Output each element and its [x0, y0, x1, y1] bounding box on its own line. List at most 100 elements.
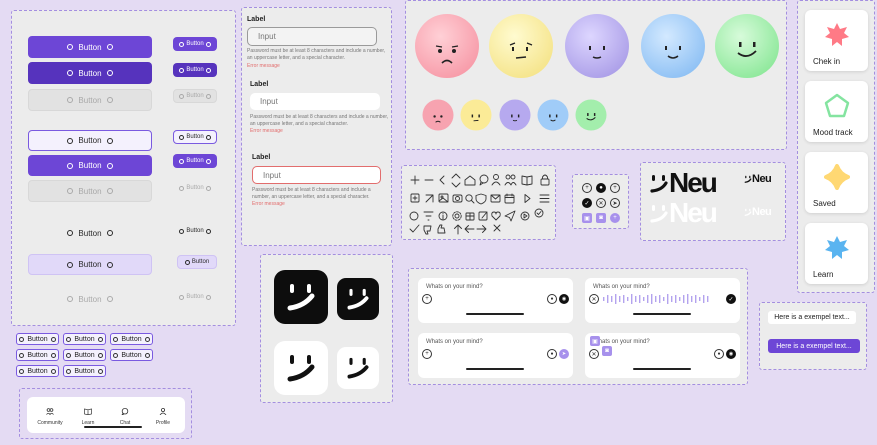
small-outline-button-pressed[interactable]: Button: [173, 154, 217, 168]
input-field-error[interactable]: Input: [252, 166, 381, 184]
wordmark-small-light: Neu: [752, 206, 772, 218]
record-button[interactable]: ●: [596, 183, 606, 193]
face-sad-large[interactable]: [414, 13, 480, 79]
cancel-button[interactable]: ✕: [589, 294, 599, 304]
small-outline-button-disabled[interactable]: Button: [173, 181, 217, 195]
nav-item-learn[interactable]: Learn: [76, 402, 100, 426]
record-button[interactable]: ◉: [559, 294, 569, 304]
smile-logo-icon: [744, 208, 752, 216]
chip[interactable]: Button: [16, 333, 59, 345]
circle-icon: [66, 336, 72, 342]
small-ghost-button-hover[interactable]: Button: [177, 255, 217, 269]
mic-button[interactable]: ●: [547, 294, 557, 304]
chip[interactable]: Button: [16, 349, 59, 361]
card-saved[interactable]: Saved: [805, 152, 868, 213]
face-calm-small[interactable]: [499, 99, 531, 131]
bottom-nav-bar: Community Learn Chat Profile: [27, 397, 185, 433]
chip[interactable]: Button: [110, 333, 153, 345]
face-content-small[interactable]: [537, 99, 569, 131]
users-icon: [504, 174, 517, 186]
mic-button[interactable]: ●: [547, 349, 557, 359]
chat-input-recording[interactable]: Whats on your mind? ✕ ✓: [585, 278, 740, 323]
chat-input-empty[interactable]: Whats on your mind? + ● ◉: [418, 278, 573, 323]
face-calm-large[interactable]: [564, 13, 630, 79]
small-outline-button[interactable]: Button: [173, 130, 217, 144]
chip[interactable]: Button: [63, 349, 106, 361]
add-filled-button[interactable]: +: [610, 213, 620, 223]
mic-button[interactable]: ●: [714, 349, 724, 359]
face-content-large[interactable]: [640, 13, 706, 79]
confirm-button[interactable]: ✓: [582, 198, 592, 208]
outline-button-disabled[interactable]: Button: [28, 180, 152, 202]
book-icon: [84, 408, 92, 416]
error-text: Error message: [250, 128, 283, 134]
send-button[interactable]: ➤: [559, 349, 569, 359]
camera-icon: [452, 194, 463, 203]
face-happy-small[interactable]: [575, 99, 607, 131]
chat-input-typing[interactable]: Whats on your mind? + ● ➤: [418, 333, 573, 378]
home-indicator: [633, 368, 691, 370]
chat-input-attachments[interactable]: Whats on your mind? ✕ ▣ ◙ ● ◉: [585, 333, 740, 378]
play-icon: [524, 194, 531, 203]
circle-icon: [50, 336, 56, 342]
cancel-button[interactable]: ✕: [589, 349, 599, 359]
face-happy-large[interactable]: [714, 13, 780, 79]
outline-button-pressed[interactable]: Button: [28, 155, 152, 176]
chip[interactable]: Button: [63, 333, 106, 345]
feature-cards-panel: Chek in Mood track Saved Learn: [797, 0, 875, 293]
card-learn[interactable]: Learn: [805, 223, 868, 284]
face-neutral-small[interactable]: [460, 99, 492, 131]
small-ghost-button[interactable]: Button: [173, 224, 217, 238]
speech-bubble-sent: Here is a exempel text...: [768, 339, 860, 353]
small-primary-button-pressed[interactable]: Button: [173, 63, 217, 77]
chip[interactable]: Button: [63, 365, 106, 377]
primary-button-pressed[interactable]: Button: [28, 62, 152, 84]
small-primary-button-disabled[interactable]: Button: [173, 89, 217, 103]
book-icon: [521, 175, 533, 186]
ghost-button[interactable]: Button: [28, 223, 152, 243]
outline-button[interactable]: Button: [28, 130, 152, 151]
gallery-button[interactable]: ▣: [582, 213, 592, 223]
input-field-focused[interactable]: Input: [247, 27, 377, 46]
menu-icon: [539, 194, 550, 203]
add-outline-button[interactable]: +: [610, 183, 620, 193]
chip[interactable]: Button: [16, 365, 59, 377]
arrow-up-icon: [454, 224, 462, 235]
add-button[interactable]: +: [582, 183, 592, 193]
add-button[interactable]: +: [422, 349, 432, 359]
send-button[interactable]: ➤: [610, 198, 620, 208]
card-mood-track[interactable]: Mood track: [805, 81, 868, 142]
heart-icon: [491, 211, 501, 221]
add-button[interactable]: +: [422, 294, 432, 304]
camera-button[interactable]: ◙: [596, 213, 606, 223]
input-field[interactable]: Input: [250, 93, 380, 110]
small-primary-button[interactable]: Button: [173, 37, 217, 51]
record-button[interactable]: ◉: [726, 349, 736, 359]
primary-button[interactable]: Button: [28, 36, 152, 58]
nav-item-profile[interactable]: Profile: [151, 402, 175, 426]
circle-icon: [179, 294, 185, 300]
chip[interactable]: Button: [110, 349, 153, 361]
small-ghost-button-disabled[interactable]: Button: [173, 290, 217, 304]
face-sad-small[interactable]: [422, 99, 454, 131]
smile-logo-icon: [650, 205, 668, 223]
helper-text: Password must be at least 8 characters a…: [250, 114, 389, 127]
user-icon: [491, 174, 501, 186]
confirm-button[interactable]: ✓: [726, 294, 736, 304]
thumbs-down-icon: [423, 225, 432, 235]
add-box-icon: [410, 193, 420, 203]
circle-icon: [97, 368, 103, 374]
smile-logo-icon: [287, 355, 315, 382]
gallery-button[interactable]: ▣: [590, 336, 600, 346]
face-neutral-large[interactable]: [488, 13, 554, 79]
ghost-button-disabled[interactable]: Button: [28, 289, 152, 309]
smile-logo-icon: [347, 288, 369, 310]
nav-item-community[interactable]: Community: [35, 402, 65, 426]
camera-button[interactable]: ◙: [602, 346, 612, 356]
primary-button-disabled[interactable]: Button: [28, 89, 152, 111]
ghost-button-hover[interactable]: Button: [28, 254, 152, 275]
chat-icon: [121, 408, 129, 416]
nav-item-chat[interactable]: Chat: [113, 402, 137, 426]
cancel-button[interactable]: ✕: [596, 198, 606, 208]
card-check-in[interactable]: Chek in: [805, 10, 868, 71]
